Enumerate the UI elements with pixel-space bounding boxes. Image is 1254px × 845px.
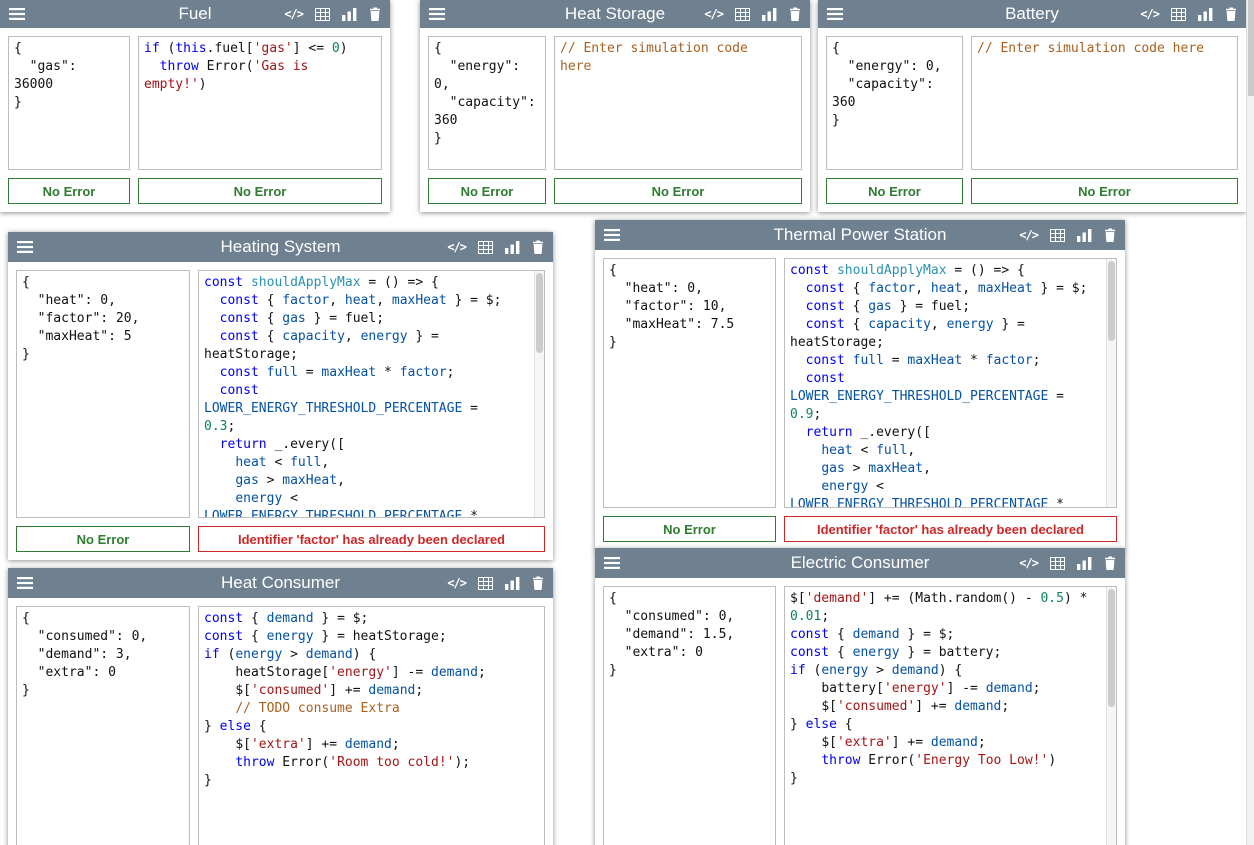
- state-status-badge: No Error: [826, 178, 963, 204]
- table-icon[interactable]: [1050, 229, 1065, 242]
- chart-icon[interactable]: [505, 577, 520, 590]
- page-scrollbar[interactable]: [1246, 0, 1254, 845]
- code-editor[interactable]: const { demand } = $; const { energy } =…: [198, 606, 545, 845]
- panel-header[interactable]: Battery </>: [818, 0, 1246, 28]
- trash-icon[interactable]: [789, 7, 801, 21]
- trash-icon[interactable]: [1104, 556, 1116, 570]
- table-icon[interactable]: [735, 8, 750, 21]
- code-status-badge: Identifier 'factor' has already been dec…: [198, 526, 545, 552]
- trash-icon[interactable]: [1104, 228, 1116, 242]
- code-editor[interactable]: // Enter simulation code here: [554, 36, 802, 170]
- panel-header[interactable]: Heating System </>: [8, 232, 553, 262]
- code-status-badge: Identifier 'factor' has already been dec…: [784, 516, 1117, 542]
- code-icon[interactable]: </>: [704, 7, 723, 21]
- table-icon[interactable]: [478, 241, 493, 254]
- menu-icon[interactable]: [17, 577, 33, 589]
- panel-thermal-power-station: Thermal Power Station </> { "heat": 0, "…: [595, 220, 1125, 550]
- panel-electric-consumer: Electric Consumer </> { "consumed": 0, "…: [595, 548, 1125, 845]
- table-icon[interactable]: [1171, 8, 1186, 21]
- chart-icon[interactable]: [762, 8, 777, 21]
- state-editor[interactable]: { "energy": 0, "capacity": 360 }: [428, 36, 546, 170]
- code-icon[interactable]: </>: [1019, 556, 1038, 570]
- state-editor[interactable]: { "consumed": 0, "demand": 3, "extra": 0…: [16, 606, 190, 845]
- state-editor[interactable]: { "energy": 0, "capacity": 360 }: [826, 36, 963, 170]
- table-icon[interactable]: [478, 577, 493, 590]
- panel-battery: Battery </> { "energy": 0, "capacity": 3…: [818, 0, 1246, 212]
- panel-heat-storage: Heat Storage </> { "energy": 0, "capacit…: [420, 0, 810, 212]
- scrollbar-thumb[interactable]: [1108, 589, 1115, 707]
- menu-icon[interactable]: [17, 241, 33, 253]
- code-scrollbar[interactable]: [1106, 259, 1116, 507]
- code-editor[interactable]: $['demand'] += (Math.random() - 0.5) * 0…: [784, 586, 1117, 845]
- code-editor[interactable]: const shouldApplyMax = () => { const { f…: [784, 258, 1117, 508]
- chart-icon[interactable]: [1198, 8, 1213, 21]
- menu-icon[interactable]: [827, 8, 843, 20]
- menu-icon[interactable]: [604, 557, 620, 569]
- code-editor[interactable]: if (this.fuel['gas'] <= 0) throw Error('…: [138, 36, 382, 170]
- chart-icon[interactable]: [342, 8, 357, 21]
- state-editor[interactable]: { "heat": 0, "factor": 10, "maxHeat": 7.…: [603, 258, 776, 508]
- chart-icon[interactable]: [1077, 557, 1092, 570]
- code-editor[interactable]: const shouldApplyMax = () => { const { f…: [198, 270, 545, 518]
- chart-icon[interactable]: [505, 241, 520, 254]
- trash-icon[interactable]: [532, 576, 544, 590]
- trash-icon[interactable]: [532, 240, 544, 254]
- panel-header[interactable]: Thermal Power Station </>: [595, 220, 1125, 250]
- state-editor[interactable]: { "gas": 36000 }: [8, 36, 130, 170]
- panel-header[interactable]: Fuel </>: [0, 0, 390, 28]
- code-icon[interactable]: </>: [447, 576, 466, 590]
- state-status-badge: No Error: [603, 516, 776, 542]
- panel-header[interactable]: Heat Storage </>: [420, 0, 810, 28]
- state-status-badge: No Error: [8, 178, 130, 204]
- state-status-badge: No Error: [16, 526, 190, 552]
- menu-icon[interactable]: [604, 229, 620, 241]
- panel-fuel: Fuel </> { "gas": 36000 } if (this.fuel[…: [0, 0, 390, 212]
- table-icon[interactable]: [315, 8, 330, 21]
- trash-icon[interactable]: [369, 7, 381, 21]
- state-editor[interactable]: { "consumed": 0, "demand": 1.5, "extra":…: [603, 586, 776, 845]
- code-icon[interactable]: </>: [1019, 228, 1038, 242]
- panel-header[interactable]: Heat Consumer </>: [8, 568, 553, 598]
- code-scrollbar[interactable]: [534, 271, 544, 517]
- code-status-badge: No Error: [138, 178, 382, 204]
- trash-icon[interactable]: [1225, 7, 1237, 21]
- simulation-dashboard: Fuel </> { "gas": 36000 } if (this.fuel[…: [0, 0, 1254, 845]
- code-icon[interactable]: </>: [1140, 7, 1159, 21]
- state-editor[interactable]: { "heat": 0, "factor": 20, "maxHeat": 5 …: [16, 270, 190, 518]
- page-scrollbar-thumb[interactable]: [1248, 0, 1254, 96]
- code-status-badge: No Error: [554, 178, 802, 204]
- panel-header[interactable]: Electric Consumer </>: [595, 548, 1125, 578]
- scrollbar-thumb[interactable]: [536, 273, 543, 353]
- code-scrollbar[interactable]: [1106, 587, 1116, 845]
- code-icon[interactable]: </>: [284, 7, 303, 21]
- code-icon[interactable]: </>: [447, 240, 466, 254]
- code-editor[interactable]: // Enter simulation code here: [971, 36, 1238, 170]
- scrollbar-thumb[interactable]: [1108, 261, 1115, 341]
- panel-heat-consumer: Heat Consumer </> { "consumed": 0, "dema…: [8, 568, 553, 845]
- table-icon[interactable]: [1050, 557, 1065, 570]
- chart-icon[interactable]: [1077, 229, 1092, 242]
- panel-heating-system: Heating System </> { "heat": 0, "factor"…: [8, 232, 553, 560]
- menu-icon[interactable]: [9, 8, 25, 20]
- code-status-badge: No Error: [971, 178, 1238, 204]
- state-status-badge: No Error: [428, 178, 546, 204]
- menu-icon[interactable]: [429, 8, 445, 20]
